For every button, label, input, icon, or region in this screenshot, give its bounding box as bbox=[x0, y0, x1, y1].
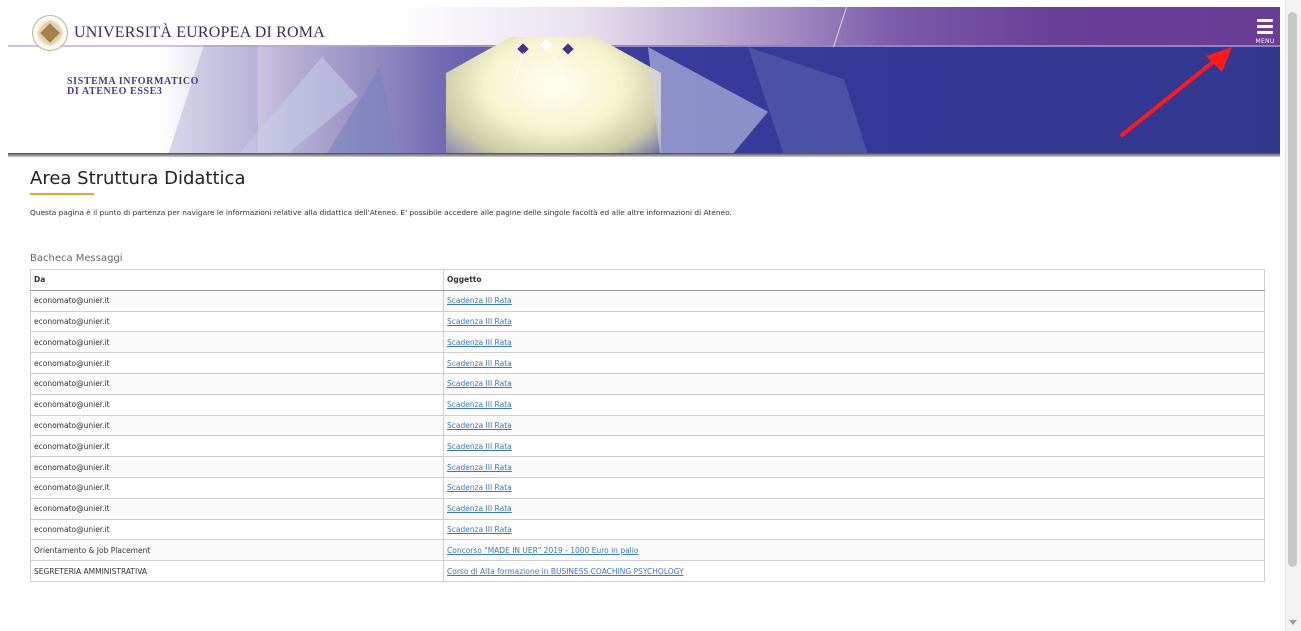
message-from: economato@unier.it bbox=[30, 331, 444, 354]
menu-label: MENU bbox=[1255, 38, 1275, 45]
table-row: economato@unier.it Scadenza III Rata bbox=[30, 476, 1265, 499]
table-row: SEGRETERIA AMMINISTRATIVA Corso di Alta f… bbox=[30, 560, 1265, 582]
university-seal-icon bbox=[32, 15, 68, 51]
intro-text: Questa pagina è il punto di partenza per… bbox=[30, 208, 732, 217]
message-subject-link[interactable]: Scadenza III Rata bbox=[447, 421, 512, 430]
column-header-from: Da bbox=[30, 269, 444, 291]
table-row: economato@unier.it Scadenza III Rata bbox=[30, 331, 1265, 354]
university-logo[interactable]: UNIVERSITÀ EUROPEA DI ROMA bbox=[32, 15, 325, 51]
hamburger-menu-icon-bar bbox=[1257, 25, 1273, 28]
message-subject-link[interactable]: Scadenza III Rata bbox=[447, 296, 512, 305]
message-subject-link[interactable]: Corso di Alta formazione in BUSINESS COA… bbox=[447, 567, 684, 576]
message-from: economato@unier.it bbox=[30, 352, 444, 374]
scroll-down-arrow-icon[interactable] bbox=[1289, 620, 1297, 625]
site-header: UNIVERSITÀ EUROPEA DI ROMA SISTEMA INFOR… bbox=[8, 7, 1280, 155]
message-from: economato@unier.it bbox=[30, 372, 444, 395]
message-subject-link[interactable]: Scadenza III Rata bbox=[447, 463, 512, 472]
top-strip bbox=[0, 0, 1285, 7]
hamburger-menu-icon-bar bbox=[1257, 31, 1273, 34]
table-header-row: Da Oggetto bbox=[30, 269, 1265, 291]
message-from: economato@unier.it bbox=[30, 497, 444, 520]
table-row: Orientamento & Job Placement Concorso "MA… bbox=[30, 539, 1265, 562]
red-arrow-annotation bbox=[1120, 47, 1232, 137]
message-subject-link[interactable]: Scadenza III Rata bbox=[447, 338, 512, 347]
message-from: economato@unier.it bbox=[30, 393, 444, 416]
message-subject-link[interactable]: Scadenza III Rata bbox=[447, 483, 512, 492]
board-label: Bacheca Messaggi bbox=[30, 253, 123, 264]
message-subject-link[interactable]: Concorso "MADE IN UER" 2019 - 1000 Euro … bbox=[447, 546, 638, 555]
table-row: economato@unier.it Scadenza III Rata bbox=[30, 497, 1265, 520]
scrollbar-thumb[interactable] bbox=[1288, 12, 1297, 567]
message-subject-link[interactable]: Scadenza III Rata bbox=[447, 504, 512, 513]
message-board-table: Da Oggetto economato@unier.it Scadenza II… bbox=[30, 269, 1265, 582]
table-row: economato@unier.it Scadenza III Rata bbox=[30, 456, 1265, 478]
table-row: economato@unier.it Scadenza III Rata bbox=[30, 289, 1265, 312]
table-row: economato@unier.it Scadenza III Rata bbox=[30, 310, 1265, 333]
system-name-line2: DI ATENEO ESSE3 bbox=[67, 86, 163, 97]
page-title: Area Struttura Didattica bbox=[30, 168, 246, 189]
message-from: Orientamento & Job Placement bbox=[30, 539, 444, 562]
system-name: SISTEMA INFORMATICO DI ATENEO ESSE3 bbox=[67, 77, 199, 97]
message-from: economato@unier.it bbox=[30, 518, 444, 541]
title-underline bbox=[30, 193, 94, 195]
message-subject-link[interactable]: Scadenza III Rata bbox=[447, 400, 512, 409]
message-subject-link[interactable]: Scadenza III Rata bbox=[447, 359, 512, 368]
header-shadow bbox=[8, 153, 1280, 157]
table-row: economato@unier.it Scadenza III Rata bbox=[30, 414, 1265, 437]
message-from: economato@unier.it bbox=[30, 414, 444, 437]
message-from: economato@unier.it bbox=[30, 435, 444, 458]
table-row: economato@unier.it Scadenza III Rata bbox=[30, 372, 1265, 395]
hamburger-menu-icon bbox=[1257, 19, 1273, 22]
message-from: SEGRETERIA AMMINISTRATIVA bbox=[30, 560, 444, 582]
message-subject-link[interactable]: Scadenza III Rata bbox=[447, 379, 512, 388]
table-row: economato@unier.it Scadenza III Rata bbox=[30, 352, 1265, 374]
message-subject-link[interactable]: Scadenza III Rata bbox=[447, 525, 512, 534]
message-from: economato@unier.it bbox=[30, 456, 444, 478]
table-row: economato@unier.it Scadenza III Rata bbox=[30, 435, 1265, 458]
message-from: economato@unier.it bbox=[30, 310, 444, 333]
message-from: economato@unier.it bbox=[30, 476, 444, 499]
table-row: economato@unier.it Scadenza III Rata bbox=[30, 393, 1265, 416]
menu-button[interactable]: MENU bbox=[1252, 19, 1278, 51]
university-name: UNIVERSITÀ EUROPEA DI ROMA bbox=[74, 24, 325, 41]
table-row: economato@unier.it Scadenza III Rata bbox=[30, 518, 1265, 541]
column-header-subject: Oggetto bbox=[443, 269, 1265, 291]
message-subject-link[interactable]: Scadenza III Rata bbox=[447, 442, 512, 451]
message-subject-link[interactable]: Scadenza III Rata bbox=[447, 317, 512, 326]
message-from: economato@unier.it bbox=[30, 289, 444, 312]
